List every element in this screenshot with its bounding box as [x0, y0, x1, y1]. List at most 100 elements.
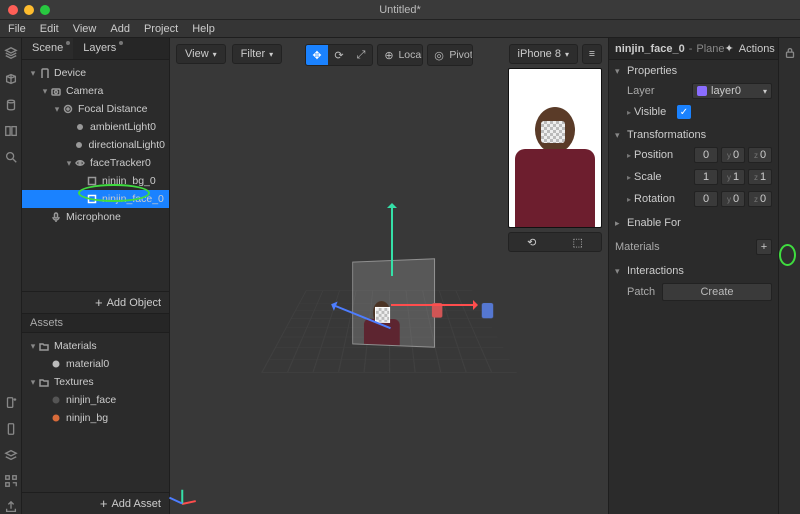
refresh-icon[interactable]: ⟲	[527, 236, 536, 249]
cylinder-icon[interactable]	[4, 98, 18, 112]
tree-item-facetracker0[interactable]: ▾faceTracker0	[22, 154, 169, 172]
disclosure-caret[interactable]: ▾	[52, 104, 62, 115]
disclosure-caret[interactable]: ▾	[64, 158, 74, 169]
tree-item-label: Focal Distance	[78, 103, 147, 115]
assets-header: Assets	[22, 313, 169, 333]
axis-y[interactable]	[391, 204, 393, 276]
tree-item-camera[interactable]: ▾ Camera	[22, 82, 169, 100]
tree-item-ambientlight0[interactable]: ambientLight0	[22, 118, 169, 136]
position-z-input[interactable]: z0	[748, 147, 772, 163]
tree-item-device[interactable]: ▾Device	[22, 64, 169, 82]
tree-item-materials[interactable]: ▾Materials	[22, 337, 169, 355]
tree-item-ninjin_bg[interactable]: ninjin_bg	[22, 409, 169, 427]
menu-edit[interactable]: Edit	[40, 23, 59, 35]
columns-icon[interactable]	[4, 124, 18, 138]
lock-icon[interactable]	[783, 46, 797, 60]
zoom-window-icon[interactable]	[40, 5, 50, 15]
tree-item-textures[interactable]: ▾Textures	[22, 373, 169, 391]
tree-item-focal-distance[interactable]: ▾ Focal Distance	[22, 100, 169, 118]
disclosure-caret[interactable]: ▾	[28, 68, 38, 79]
menu-view[interactable]: View	[73, 23, 97, 35]
menu-help[interactable]: Help	[192, 23, 215, 35]
section-interactions[interactable]: ▾Interactions	[609, 262, 778, 280]
plane-icon	[86, 193, 98, 205]
plane-icon	[86, 175, 98, 187]
actions-button[interactable]: ✦Actions	[725, 42, 775, 55]
tree-item-directionallight0[interactable]: directionalLight0	[22, 136, 169, 154]
layer-select[interactable]: layer0▾	[692, 83, 772, 99]
create-patch-button[interactable]: Create	[662, 283, 772, 301]
focal-icon	[62, 103, 74, 115]
share-icon[interactable]	[4, 500, 18, 514]
device-icon	[38, 67, 50, 79]
scale-tool-icon[interactable]: ⤢	[350, 45, 372, 65]
scene-3d[interactable]	[279, 200, 499, 400]
minimize-window-icon[interactable]	[24, 5, 34, 15]
section-transformations[interactable]: ▾Transformations	[609, 126, 778, 144]
scale-y-input[interactable]: y1	[721, 169, 745, 185]
visible-checkbox[interactable]: ✓	[677, 105, 691, 119]
qr-icon[interactable]	[4, 474, 18, 488]
pause-icon[interactable]: ⬚	[573, 236, 583, 249]
pivot-toggle[interactable]: ◎Pivot	[427, 44, 473, 66]
section-properties[interactable]: ▾Properties	[609, 62, 778, 80]
view-dropdown[interactable]: View▾	[176, 44, 226, 64]
disclosure-caret[interactable]: ▾	[28, 377, 38, 388]
tree-item-microphone[interactable]: Microphone	[22, 208, 169, 226]
chevron-down-icon: ▾	[213, 50, 217, 59]
menu-project[interactable]: Project	[144, 23, 178, 35]
selected-plane[interactable]	[375, 307, 390, 323]
scale-z-input[interactable]: z1	[748, 169, 772, 185]
scene-hierarchy[interactable]: ▾Device▾Camera▾Focal DistanceambientLigh…	[22, 60, 169, 291]
preview-device-select[interactable]: iPhone 8▾	[509, 44, 578, 64]
tree-item-material0[interactable]: material0	[22, 355, 169, 373]
tab-scene[interactable]: Scene	[22, 38, 73, 59]
layers-icon[interactable]	[4, 46, 18, 60]
menu-file[interactable]: File	[8, 23, 26, 35]
position-x-input[interactable]: 0	[694, 147, 718, 163]
close-window-icon[interactable]	[8, 5, 18, 15]
target-icon: ◎	[428, 45, 450, 65]
manipulation-mode-group: ✥ ⟳ ⤢	[305, 44, 373, 66]
preview-menu-icon[interactable]: ≡	[582, 44, 602, 64]
prop-scale: ▸Scale 1 y1 z1	[609, 166, 778, 188]
rotate-tool-icon[interactable]: ⟳	[328, 45, 350, 65]
phone-plus-icon[interactable]	[4, 396, 18, 410]
search-icon[interactable]	[4, 150, 18, 164]
scale-handle-z[interactable]	[482, 303, 493, 318]
tree-item-label: ninjin_face_0	[102, 193, 164, 205]
rotation-z-input[interactable]: z0	[748, 191, 772, 207]
orientation-gizmo[interactable]	[180, 482, 204, 506]
disclosure-caret[interactable]: ▾	[40, 86, 50, 97]
add-object-button[interactable]: +Add Object	[22, 291, 169, 313]
tree-item-label: Camera	[66, 85, 103, 97]
rotation-x-input[interactable]: 0	[694, 191, 718, 207]
axis-x[interactable]	[391, 304, 477, 306]
cube-icon[interactable]	[4, 72, 18, 86]
tab-layers[interactable]: Layers	[73, 38, 126, 59]
menu-add[interactable]: Add	[110, 23, 130, 35]
move-tool-icon[interactable]: ✥	[306, 45, 328, 65]
tree-item-ninjin_face[interactable]: ninjin_face	[22, 391, 169, 409]
add-material-button[interactable]: +	[756, 239, 772, 255]
scale-x-input[interactable]: 1	[694, 169, 718, 185]
tree-item-ninjin_face_0[interactable]: ninjin_face_0	[22, 190, 169, 208]
position-y-input[interactable]: y0	[721, 147, 745, 163]
window-title: Untitled*	[379, 4, 421, 16]
preview-screen	[508, 68, 602, 228]
assets-panel[interactable]: ▾Materials material0 ▾Texturesninjin_facen…	[22, 333, 169, 492]
rotation-y-input[interactable]: y0	[721, 191, 745, 207]
prop-rotation: ▸Rotation 0 y0 z0	[609, 188, 778, 210]
viewport[interactable]: View▾ Filter▾ ✥ ⟳ ⤢ ⊕Local ◎Pivot iPhone…	[170, 38, 608, 514]
backdrop-plane[interactable]	[352, 258, 435, 348]
section-enable-for[interactable]: ▸Enable For	[609, 214, 778, 232]
device-icon[interactable]	[4, 422, 18, 436]
disclosure-caret[interactable]: ▾	[28, 341, 38, 352]
tree-item-label: material0	[66, 358, 109, 370]
filter-dropdown[interactable]: Filter▾	[232, 44, 282, 64]
add-asset-button[interactable]: +Add Asset	[22, 492, 169, 514]
coordinate-space-toggle[interactable]: ⊕Local	[377, 44, 423, 66]
layers2-icon[interactable]	[4, 448, 18, 462]
tree-item-ninjin_bg_0[interactable]: ninjin_bg_0	[22, 172, 169, 190]
dot-icon	[119, 41, 123, 45]
